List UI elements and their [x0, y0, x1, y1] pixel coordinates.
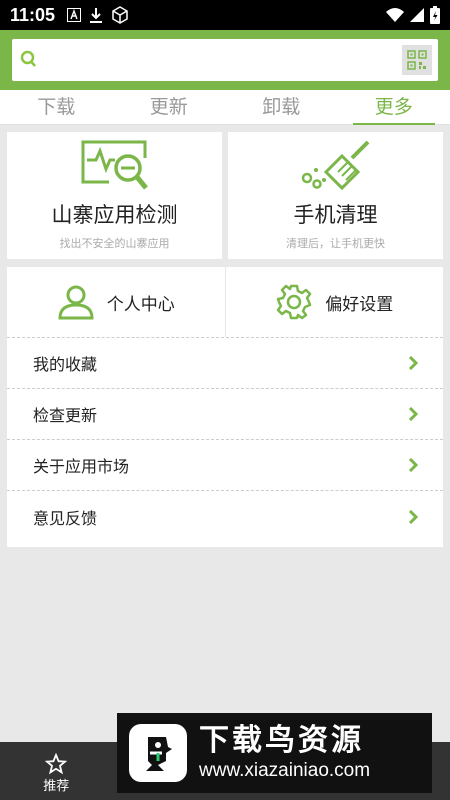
nav-recommend[interactable]: 推荐: [0, 742, 113, 800]
app-header: [0, 30, 450, 90]
tab-more[interactable]: 更多: [338, 90, 450, 125]
tab-bar: 下载 更新 卸载 更多: [0, 90, 450, 125]
download-icon: [90, 8, 103, 23]
broom-icon: [301, 140, 369, 191]
user-icon: [58, 285, 94, 320]
quick-actions: 个人中心 偏好设置: [7, 267, 443, 338]
search-icon: [20, 50, 36, 67]
menu-item-check-update[interactable]: 检查更新: [7, 389, 443, 440]
status-time: 11:05: [10, 4, 56, 25]
menu-item-about[interactable]: 关于应用市场: [7, 440, 443, 491]
chevron-right-icon: [408, 509, 418, 524]
notification-icons: [67, 6, 129, 24]
system-icons: [386, 6, 440, 24]
wifi-icon: [386, 8, 404, 22]
tab-uninstall[interactable]: 卸载: [225, 90, 338, 124]
font-icon: [67, 8, 82, 22]
menu-item-label: 意见反馈: [33, 508, 98, 528]
tab-download[interactable]: 下载: [0, 90, 113, 124]
chevron-right-icon: [408, 407, 418, 421]
signal-icon: [410, 8, 424, 22]
watermark-title: 下载鸟资源: [199, 723, 364, 758]
search-input[interactable]: [12, 39, 438, 81]
menu-item-label: 关于应用市场: [33, 457, 130, 476]
card-subtitle: 找出不安全的山寨应用: [59, 237, 170, 250]
phone-cleanup-card[interactable]: 手机清理 清理后，让手机更快: [228, 132, 443, 259]
card-title: 手机清理: [293, 203, 378, 227]
qr-scan-button[interactable]: [402, 45, 432, 75]
preferences-button[interactable]: 偏好设置: [224, 267, 444, 337]
cube-icon: [112, 6, 128, 24]
chevron-right-icon: [408, 458, 418, 472]
detection-icon: [81, 140, 148, 190]
status-bar: 11:05: [0, 0, 450, 30]
watermark-banner: 下载鸟资源 www.xiazainiao.com: [117, 713, 432, 793]
gear-icon: [277, 284, 312, 320]
personal-center-label: 个人中心: [106, 294, 175, 315]
bird-logo-icon: [146, 737, 172, 771]
menu-item-label: 检查更新: [33, 406, 98, 425]
card-title: 山寨应用检测: [51, 203, 178, 227]
watermark-url: www.xiazainiao.com: [199, 760, 371, 781]
menu-item-feedback[interactable]: 意见反馈: [7, 491, 443, 542]
battery-icon: [430, 6, 440, 24]
preferences-label: 偏好设置: [325, 294, 394, 315]
menu-item-label: 我的收藏: [33, 355, 98, 374]
star-icon: [45, 753, 68, 775]
fake-app-detection-card[interactable]: 山寨应用检测 找出不安全的山寨应用: [7, 132, 222, 259]
menu-item-favorites[interactable]: 我的收藏: [7, 338, 443, 389]
watermark-logo: [129, 724, 187, 782]
personal-center-button[interactable]: 个人中心: [7, 267, 225, 337]
qr-code-icon: [407, 50, 427, 70]
card-subtitle: 清理后，让手机更快: [286, 237, 385, 250]
settings-panel: 个人中心 偏好设置 我的收藏 检查更新 关于应用市场 意见反馈: [7, 267, 443, 547]
nav-label: 推荐: [43, 779, 70, 794]
chevron-right-icon: [408, 356, 418, 370]
tab-update[interactable]: 更新: [113, 90, 226, 124]
